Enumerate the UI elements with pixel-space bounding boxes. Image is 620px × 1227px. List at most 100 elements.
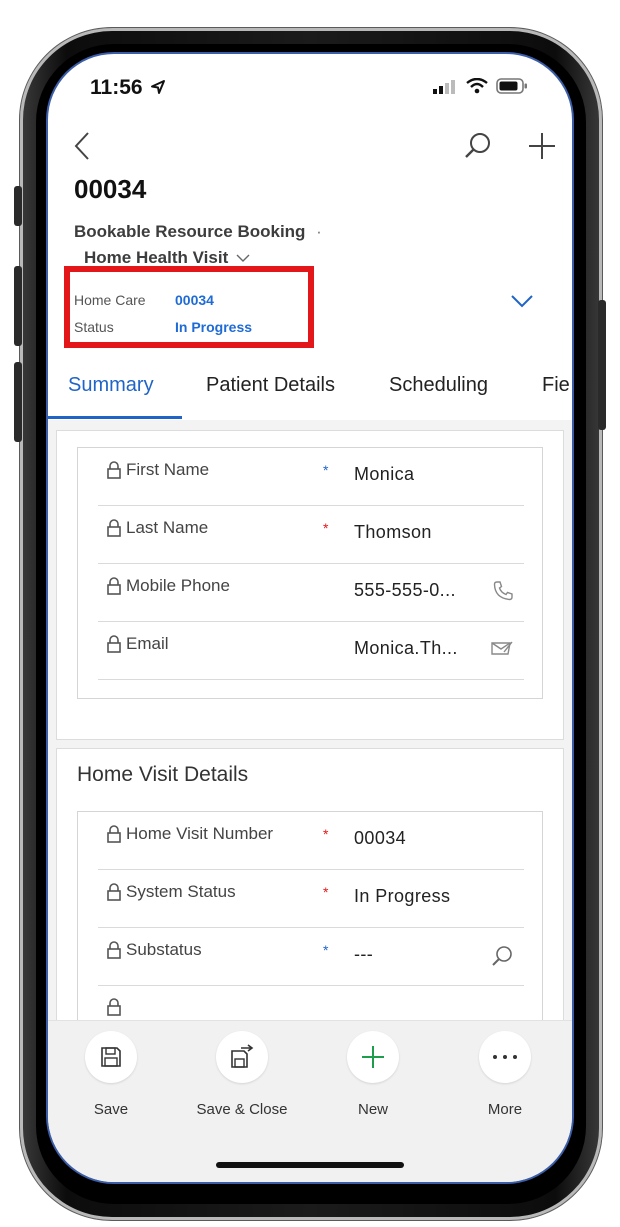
last-name-value: Thomson [354, 522, 432, 542]
new-button[interactable]: New [318, 1031, 428, 1118]
field-label: Mobile Phone [106, 576, 230, 596]
required-indicator: * [323, 826, 329, 842]
new-label: New [357, 1101, 388, 1118]
save-close-button[interactable]: Save & Close [187, 1031, 297, 1118]
back-button[interactable] [62, 126, 102, 166]
save-icon [101, 1047, 121, 1067]
chevron-left-icon [74, 132, 89, 160]
more-icon [493, 1055, 517, 1059]
save-close-label: Save & Close [196, 1101, 288, 1118]
field-label: System Status [106, 882, 236, 902]
plus-icon [362, 1046, 384, 1068]
field-first-name[interactable]: First Name * Monica [98, 448, 524, 506]
more-button-circle [479, 1031, 531, 1083]
status-time: 11:56 [90, 76, 166, 100]
field-substatus[interactable]: Substatus * --- [98, 928, 524, 986]
home-visit-details-section: Home Visit Details Home Visit Number * 0… [56, 748, 564, 1053]
field-label-text: Home Visit Number [126, 824, 274, 843]
substatus-value: --- [354, 944, 374, 964]
phone-icon [493, 581, 513, 601]
more-label: More [487, 1101, 523, 1118]
top-navigation [48, 124, 572, 174]
field-label: Email [106, 634, 169, 654]
visit-fields-panel: Home Visit Number * 00034 System Status … [77, 811, 543, 1053]
new-button-circle [347, 1031, 399, 1083]
cellular-signal-icon [433, 80, 455, 94]
entity-name: Bookable Resource Booking · [74, 222, 322, 242]
lock-icon [107, 577, 121, 595]
required-indicator: * [323, 942, 329, 958]
phone-volume-down-button [14, 362, 22, 442]
search-button[interactable] [458, 126, 498, 166]
status-time-label: 11:56 [90, 76, 143, 99]
field-label-text: System Status [126, 882, 236, 901]
contact-section: First Name * Monica Last Name * Thomson [56, 430, 564, 740]
lock-icon [107, 941, 121, 959]
field-email[interactable]: Email Monica.Th... [98, 622, 524, 680]
phone-side-button [14, 186, 22, 226]
mobile-phone-value: 555-555-0... [354, 580, 456, 600]
header-expand-button[interactable] [510, 294, 534, 313]
lock-icon [107, 825, 121, 843]
field-label-text: Email [126, 634, 169, 653]
required-indicator: * [323, 884, 329, 900]
call-button[interactable] [492, 580, 514, 607]
field-label [106, 998, 122, 1016]
tab-summary[interactable]: Summary [68, 374, 154, 397]
tab-patient-details[interactable]: Patient Details [206, 374, 335, 397]
phone-power-button [598, 300, 606, 430]
email-icon [491, 641, 513, 655]
location-arrow-icon [151, 80, 166, 94]
active-tab-indicator [48, 416, 182, 419]
lock-icon [107, 461, 121, 479]
field-label-text: Substatus [126, 940, 202, 959]
section-title: Home Visit Details [77, 763, 249, 786]
field-label-text: First Name [126, 460, 210, 479]
save-close-button-circle [216, 1031, 268, 1083]
tab-field-service[interactable]: Fie [542, 374, 570, 397]
record-title: 00034 [74, 174, 147, 204]
field-last-name[interactable]: Last Name * Thomson [98, 506, 524, 564]
app-screen: 11:56 00034 Bookable Resource Booking · … [48, 54, 572, 1182]
header-fields: Home Care 00034 Status In Progress [64, 266, 314, 348]
home-visit-number-value: 00034 [354, 828, 407, 848]
tab-scheduling[interactable]: Scheduling [389, 374, 488, 397]
search-icon [492, 946, 512, 966]
field-label: Home Visit Number [106, 824, 273, 844]
send-email-button[interactable] [490, 638, 514, 663]
required-indicator: * [323, 462, 329, 478]
save-button[interactable]: Save [56, 1031, 166, 1118]
contact-fields-panel: First Name * Monica Last Name * Thomson [77, 447, 543, 699]
substatus-lookup-button[interactable] [490, 944, 514, 973]
field-label-text: Last Name [126, 518, 209, 537]
field-mobile-phone[interactable]: Mobile Phone 555-555-0... [98, 564, 524, 622]
field-system-status[interactable]: System Status * In Progress [98, 870, 524, 928]
add-button[interactable] [522, 126, 562, 166]
lock-icon [107, 519, 121, 537]
home-indicator[interactable] [216, 1162, 404, 1168]
plus-icon [529, 133, 555, 159]
field-label: First Name [106, 460, 209, 480]
highlight-box [64, 266, 314, 348]
field-label-text: Mobile Phone [126, 576, 230, 595]
phone-volume-up-button [14, 266, 22, 346]
form-content: First Name * Monica Last Name * Thomson [48, 420, 572, 1053]
entity-label: Bookable Resource Booking [74, 222, 306, 241]
field-home-visit-number[interactable]: Home Visit Number * 00034 [98, 812, 524, 870]
save-close-icon [231, 1044, 254, 1068]
field-label: Substatus [106, 940, 202, 960]
battery-icon [496, 78, 527, 94]
chevron-down-icon [236, 254, 250, 262]
more-button[interactable]: More [450, 1031, 560, 1118]
save-label: Save [93, 1101, 129, 1118]
wifi-icon [466, 78, 488, 94]
lock-icon [107, 635, 121, 653]
tab-bar: Summary Patient Details Scheduling Fie [48, 360, 572, 421]
entity-separator: · [316, 222, 322, 241]
form-selector[interactable]: Home Health Visit [84, 248, 250, 268]
field-label: Last Name [106, 518, 208, 538]
lock-icon [107, 883, 121, 901]
lock-icon [107, 998, 121, 1016]
system-status-value: In Progress [354, 886, 451, 906]
command-bar: Save Save & Close New More [48, 1020, 572, 1182]
